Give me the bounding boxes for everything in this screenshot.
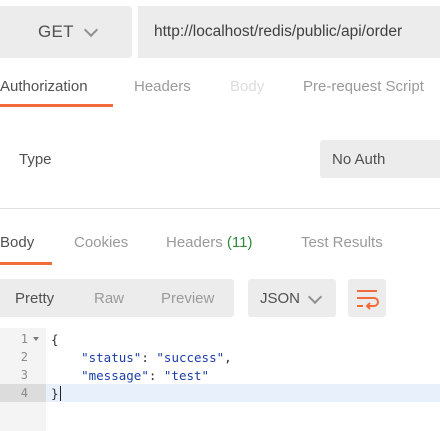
json-comma: ,	[224, 350, 232, 365]
line-number: 3	[20, 368, 28, 382]
tab-response-headers[interactable]: Headers (11)	[166, 234, 252, 251]
format-label: JSON	[260, 290, 301, 307]
url-text: http://localhost/redis/public/api/order	[154, 23, 403, 40]
response-body-editor[interactable]: 1 2 3 4 { "status": "success", "message"…	[0, 328, 440, 431]
json-key: "status"	[81, 350, 142, 365]
headers-count-badge: (11)	[226, 234, 253, 251]
request-bar: GET http://localhost/redis/public/api/or…	[0, 0, 440, 64]
format-selector[interactable]: JSON	[248, 279, 336, 317]
auth-type-row: Type No Auth	[0, 138, 440, 180]
method-label: GET	[38, 22, 74, 41]
active-response-tab-indicator	[0, 262, 52, 265]
section-divider	[0, 208, 440, 209]
json-separator: :	[148, 368, 164, 383]
json-value: "test"	[163, 368, 210, 383]
tab-test-results[interactable]: Test Results	[301, 234, 383, 251]
active-tab-indicator	[0, 104, 113, 107]
auth-type-value: No Auth	[332, 151, 386, 168]
tab-response-body[interactable]: Body	[0, 234, 34, 251]
postman-window: GET http://localhost/redis/public/api/or…	[0, 0, 440, 431]
line-number: 1	[20, 332, 28, 346]
view-mode-pretty[interactable]: Pretty	[15, 290, 54, 307]
tab-headers[interactable]: Headers	[134, 78, 191, 95]
tab-authorization[interactable]: Authorization	[0, 78, 88, 95]
wrap-lines-icon	[357, 290, 379, 310]
line-number: 4	[20, 386, 28, 400]
tab-cookies[interactable]: Cookies	[74, 234, 128, 251]
auth-type-select[interactable]: No Auth	[320, 140, 440, 178]
code-line-4: }	[51, 386, 59, 401]
fold-arrow-icon[interactable]	[33, 337, 39, 341]
code-line-2: "status": "success",	[51, 350, 232, 365]
code-line-1: {	[51, 332, 59, 347]
active-line-highlight	[0, 384, 440, 402]
json-value: "success"	[156, 350, 225, 365]
response-headers-label: Headers	[166, 234, 223, 251]
view-mode-group: Pretty Raw Preview	[0, 279, 234, 317]
chevron-down-icon	[83, 22, 98, 37]
json-key: "message"	[81, 368, 149, 383]
json-separator: :	[141, 350, 157, 365]
response-tabs: Body Cookies Headers (11) Test Results	[0, 222, 440, 266]
tab-prerequest-script[interactable]: Pre-request Script	[303, 78, 424, 95]
view-mode-preview[interactable]: Preview	[161, 290, 214, 307]
text-cursor	[60, 386, 61, 401]
tab-body: Body	[230, 78, 265, 95]
wrap-lines-button[interactable]	[348, 279, 386, 317]
view-mode-raw[interactable]: Raw	[94, 290, 124, 307]
line-number: 2	[20, 350, 28, 364]
code-line-3: "message": "test"	[51, 368, 209, 383]
method-selector[interactable]: GET	[0, 6, 132, 58]
url-input[interactable]: http://localhost/redis/public/api/order	[138, 6, 440, 58]
request-tabs: Authorization Headers Body Pre-request S…	[0, 66, 440, 107]
response-toolbar: Pretty Raw Preview JSON	[0, 279, 440, 317]
auth-type-label: Type	[19, 151, 52, 168]
chevron-down-icon	[307, 289, 323, 305]
